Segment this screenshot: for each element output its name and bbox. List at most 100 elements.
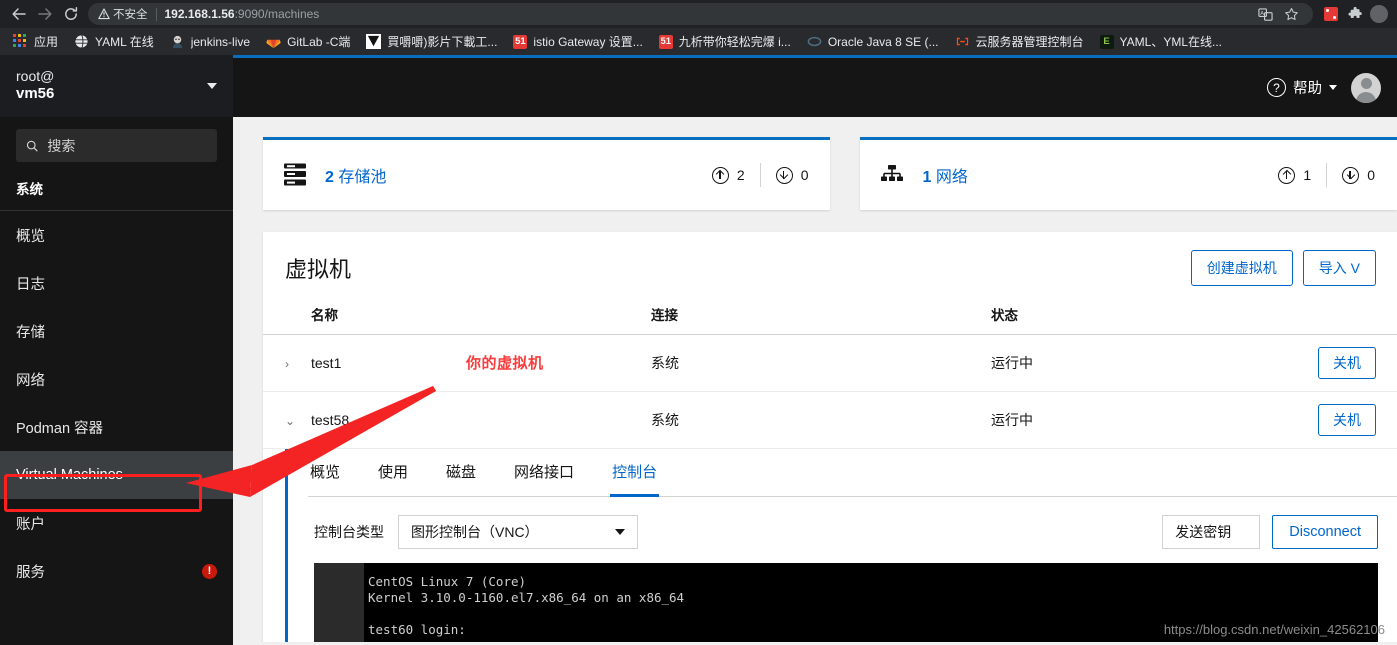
import-vm-button[interactable]: 导入 V <box>1302 250 1376 286</box>
sidebar-item-label: Virtual Machines <box>16 467 123 483</box>
sidebar-item-label: 服务 <box>16 564 45 581</box>
oracle-icon <box>807 34 822 49</box>
watermark: https://blog.csdn.net/weixin_42562106 <box>1163 622 1385 637</box>
create-vm-button[interactable]: 创建虚拟机 <box>1190 250 1293 286</box>
tab-network-interfaces[interactable]: 网络接口 <box>512 449 576 497</box>
sidebar-item-storage[interactable]: 存储 <box>0 307 233 355</box>
bookmark-item[interactable]: 51 istio Gateway 设置... <box>506 30 649 53</box>
cell-connection: 系统 <box>651 391 991 449</box>
search-input[interactable] <box>47 137 207 154</box>
user-avatar-icon[interactable] <box>1351 72 1381 103</box>
not-secure-indicator[interactable]: 不安全 <box>98 6 148 22</box>
sidebar-item-networking[interactable]: 网络 <box>0 355 233 403</box>
search-box[interactable] <box>16 129 217 162</box>
bookmark-item[interactable]: 51 九析带你轻松完爆 i... <box>652 30 798 53</box>
cell-name: test58 <box>311 391 651 449</box>
console-type-select[interactable]: 图形控制台（VNC） <box>398 515 638 549</box>
th-actions <box>1311 296 1397 335</box>
vm-table-head: 名称 连接 状态 <box>263 296 1397 335</box>
panel-header: 虚拟机 创建虚拟机 导入 V <box>263 232 1397 296</box>
bookmark-label: Oracle Java 8 SE (... <box>827 34 939 49</box>
translate-icon[interactable]: A <box>1253 2 1277 26</box>
sidebar-search <box>0 117 233 172</box>
question-circle-icon: ? <box>1267 78 1286 97</box>
chevron-down-icon[interactable]: ⌄ <box>285 414 295 428</box>
omnibox-divider <box>155 7 157 21</box>
table-row[interactable]: ⌄ test58 系统 运行中 关机 <box>263 391 1397 449</box>
bookmark-item[interactable]: 应用 <box>6 30 65 53</box>
sidebar-item-label: Podman 容器 <box>16 420 104 437</box>
sidebar-item-podman-containers[interactable]: Podman 容器 <box>0 403 233 451</box>
send-key-label: 发送密钥 <box>1175 524 1232 540</box>
back-arrow-icon[interactable] <box>6 1 32 27</box>
tab-usage[interactable]: 使用 <box>376 449 410 497</box>
send-key-dropdown[interactable]: 发送密钥 <box>1162 515 1261 549</box>
download-icon <box>366 34 382 49</box>
storage-pools-card[interactable]: 2 存储池 2 0 <box>263 137 831 210</box>
bookmark-label: jenkins-live <box>190 34 251 49</box>
sidebar-item-logs[interactable]: 日志 <box>0 259 233 307</box>
profile-avatar-icon[interactable] <box>1367 2 1391 26</box>
metric-divider <box>1326 163 1328 187</box>
sidebar-item-label: 存储 <box>16 324 45 341</box>
bookmark-item[interactable]: jenkins-live <box>163 31 257 52</box>
networks-card[interactable]: 1 网络 1 0 <box>860 137 1397 210</box>
tab-overview[interactable]: 概览 <box>308 449 342 497</box>
extension-dice-icon[interactable] <box>1319 2 1343 26</box>
table-header-row: 名称 连接 状态 <box>263 296 1397 335</box>
tab-disks[interactable]: 磁盘 <box>444 449 478 497</box>
extensions-puzzle-icon[interactable] <box>1343 2 1367 26</box>
table-row[interactable]: › test1 系统 运行中 关机 <box>263 334 1397 392</box>
metric-down-value: 0 <box>800 167 809 183</box>
status-badge: ! <box>202 563 217 579</box>
metric-up: 1 <box>1278 166 1311 184</box>
card-title[interactable]: 1 网络 <box>922 163 967 187</box>
metric-divider <box>759 163 761 187</box>
forward-arrow-icon[interactable] <box>32 1 58 27</box>
host-user: root@ <box>16 67 55 84</box>
console-type-label: 控制台类型 <box>314 524 384 540</box>
chevron-right-icon[interactable]: › <box>285 357 289 371</box>
host-name: vm56 <box>16 85 55 103</box>
row-expand-toggle[interactable]: ⌄ <box>263 391 311 449</box>
bookmark-item[interactable]: Oracle Java 8 SE (... <box>800 31 946 52</box>
address-bar[interactable]: 不安全 192.168.1.56:9090/machines A <box>88 3 1313 25</box>
card-label: 存储池 <box>338 169 387 186</box>
bookmark-label: 应用 <box>34 35 59 49</box>
metric-down: 0 <box>775 166 809 184</box>
disconnect-button[interactable]: Disconnect <box>1272 515 1378 549</box>
arrow-up-circle-icon <box>1278 166 1296 184</box>
apps-grid-icon <box>13 34 28 49</box>
sidebar-item-overview[interactable]: 概览 <box>0 211 233 259</box>
shutdown-button[interactable]: 关机 <box>1318 404 1376 436</box>
sidebar-item-virtual-machines[interactable]: Virtual Machines <box>0 451 233 499</box>
bookmark-item[interactable]: 買嚼嚼)影片下載工... <box>359 30 504 53</box>
bookmark-label: YAML、YML在线... <box>1119 35 1223 49</box>
url-host: 192.168.1.56 <box>164 7 235 21</box>
chevron-down-icon[interactable] <box>207 83 217 89</box>
reload-icon[interactable] <box>58 1 84 27</box>
host-switcher[interactable]: root@ vm56 <box>0 55 233 117</box>
bookmark-label: istio Gateway 设置... <box>533 35 643 49</box>
row-expand-toggle[interactable]: › <box>263 334 311 392</box>
tab-console[interactable]: 控制台 <box>610 449 660 497</box>
shutdown-button[interactable]: 关机 <box>1318 347 1376 379</box>
bookmark-item[interactable]: GitLab -C端 <box>259 30 357 53</box>
bookmark-item[interactable]: YAML 在线 <box>67 30 161 53</box>
card-label: 网络 <box>935 169 968 186</box>
sidebar-item-label: 概览 <box>16 228 45 245</box>
vm-table-body: › test1 系统 运行中 关机 ⌄ test58 系统 运行中 关机 <box>263 334 1397 449</box>
card-title[interactable]: 2 存储池 <box>325 163 386 187</box>
th-name: 名称 <box>311 296 651 335</box>
jenkins-icon <box>170 34 185 49</box>
csdn-51-icon: 51 <box>658 34 673 49</box>
chevron-down-icon <box>1329 85 1337 90</box>
help-menu-button[interactable]: ? 帮助 <box>1267 77 1337 98</box>
bookmark-item[interactable]: 云服务器管理控制台 <box>948 30 1091 53</box>
bookmark-item[interactable]: E YAML、YML在线... <box>1093 30 1229 53</box>
sidebar-item-services[interactable]: 服务 ! <box>0 547 233 595</box>
arrow-up-circle-icon <box>711 166 729 184</box>
sidebar-item-accounts[interactable]: 账户 <box>0 499 233 547</box>
bookmark-label: 買嚼嚼)影片下載工... <box>387 35 498 49</box>
bookmark-star-icon[interactable] <box>1279 2 1303 26</box>
